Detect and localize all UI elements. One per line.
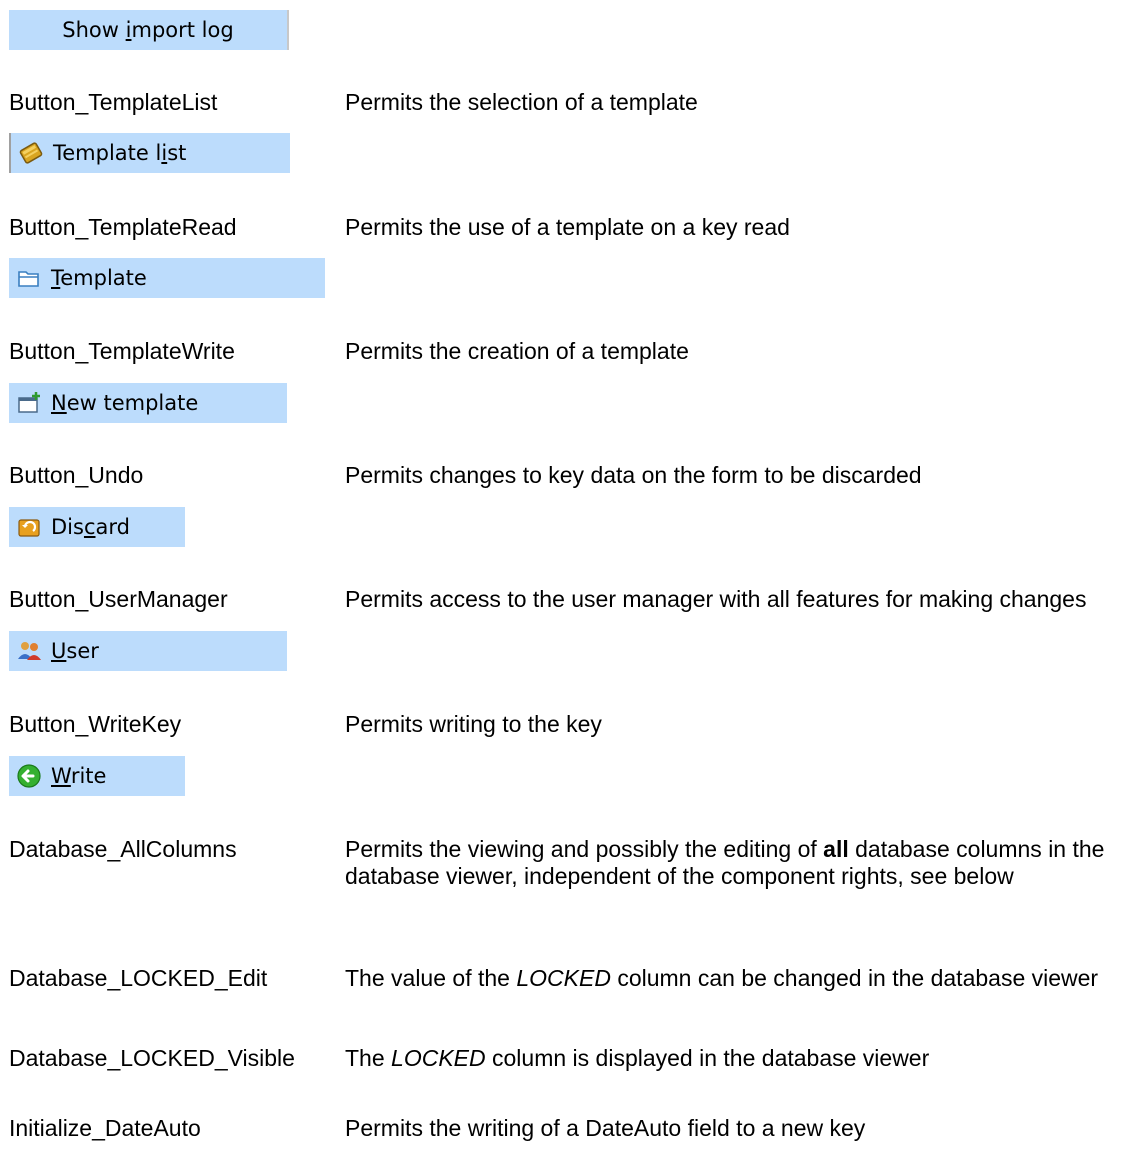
right-name-all-columns: Database_AllColumns: [9, 836, 237, 862]
write-label: Write: [51, 763, 107, 788]
right-desc-template-list: Permits the selection of a template: [345, 89, 698, 115]
right-desc-undo: Permits changes to key data on the form …: [345, 462, 922, 488]
right-desc-locked-visible: The LOCKED column is displayed in the da…: [345, 1045, 930, 1071]
right-name-locked-visible: Database_LOCKED_Visible: [9, 1045, 295, 1071]
user-label: User: [51, 638, 99, 663]
users-icon: [16, 638, 42, 664]
write-button[interactable]: Write: [9, 756, 185, 796]
discard-button[interactable]: Discard: [9, 507, 185, 547]
right-name-date-auto: Initialize_DateAuto: [9, 1115, 201, 1141]
template-button[interactable]: Template: [9, 258, 325, 298]
user-button[interactable]: User: [9, 631, 287, 671]
new-template-icon: [16, 390, 42, 416]
right-desc-all-columns: Permits the viewing and possibly the edi…: [345, 836, 1105, 889]
write-arrow-icon: [16, 763, 42, 789]
right-desc-user-manager: Permits access to the user manager with …: [345, 586, 1087, 612]
show-import-log-label: Show import log: [62, 17, 234, 42]
template-list-label: Template list: [53, 140, 187, 165]
new-template-button[interactable]: New template: [9, 383, 287, 423]
folder-open-icon: [16, 265, 42, 291]
right-desc-locked-edit: The value of the LOCKED column can be ch…: [345, 965, 1099, 991]
template-book-icon: [18, 140, 44, 166]
right-desc-template-write: Permits the creation of a template: [345, 338, 689, 364]
template-label: Template: [51, 265, 147, 290]
right-name-template-write: Button_TemplateWrite: [9, 338, 235, 364]
right-desc-date-auto: Permits the writing of a DateAuto field …: [345, 1115, 866, 1141]
discard-label: Discard: [51, 514, 130, 539]
right-name-locked-edit: Database_LOCKED_Edit: [9, 965, 268, 991]
right-desc-write-key: Permits writing to the key: [345, 711, 602, 737]
right-name-undo: Button_Undo: [9, 462, 144, 488]
show-import-log-button[interactable]: Show import log: [9, 10, 289, 50]
right-name-template-list: Button_TemplateList: [9, 89, 218, 115]
right-name-user-manager: Button_UserManager: [9, 586, 228, 612]
right-name-template-read: Button_TemplateRead: [9, 214, 237, 240]
discard-icon: [16, 514, 42, 540]
right-name-write-key: Button_WriteKey: [9, 711, 182, 737]
template-list-button[interactable]: Template list: [9, 133, 290, 173]
right-desc-template-read: Permits the use of a template on a key r…: [345, 214, 790, 240]
new-template-label: New template: [51, 390, 199, 415]
